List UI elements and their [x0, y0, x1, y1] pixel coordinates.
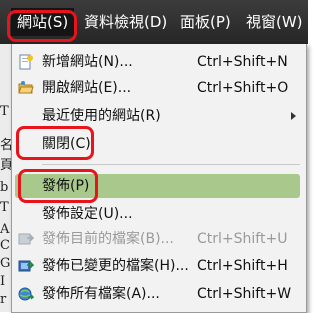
menu-item-new-site[interactable]: 新增網站(N)... Ctrl+Shift+N [15, 50, 300, 74]
menu-item-publish-changed-files[interactable]: 發佈已變更的檔案(H)... Ctrl+Shift+H [15, 254, 300, 278]
menu-item-open-site[interactable]: 開啟網站(E)... Ctrl+Shift+O [15, 76, 300, 100]
background-text: I [0, 274, 6, 289]
menu-item-shortcut: Ctrl+Shift+H [197, 258, 288, 274]
menu-item-publish-current-file: 發佈目前的檔案(B)... Ctrl+Shift+U [15, 227, 300, 251]
menu-item-shortcut: Ctrl+Shift+N [197, 54, 288, 70]
menu-item-publish-settings[interactable]: 發佈設定(U)... [15, 202, 300, 226]
background-text: r [0, 292, 7, 307]
menu-item-shortcut: Ctrl+Shift+U [197, 231, 288, 247]
menu-item-label: 發佈(P) [42, 178, 90, 194]
menu-data-view[interactable]: 資料檢視(D) [78, 8, 173, 36]
background-text: G [0, 256, 11, 271]
menu-site[interactable]: 網站(S) [11, 8, 75, 36]
menu-item-publish-all-files[interactable]: 發佈所有檔案(A)... Ctrl+Shift+W [15, 282, 300, 306]
menu-item-recent-sites[interactable]: 最近使用的網站(R) [15, 104, 300, 128]
menu-item-shortcut: Ctrl+Shift+W [197, 286, 292, 302]
background-text: T [0, 104, 9, 119]
menu-item-label: 最近使用的網站(R) [42, 108, 161, 124]
menu-item-close[interactable]: 關閉(C) [15, 132, 300, 156]
menu-item-label: 發佈目前的檔案(B)... [42, 231, 174, 247]
background-text: b [0, 180, 9, 195]
publish-changed-files-icon [18, 260, 34, 272]
publish-current-file-icon [18, 233, 34, 245]
background-text: C [0, 238, 10, 253]
open-folder-icon [18, 81, 34, 94]
menu-separator [42, 164, 300, 165]
menu-item-shortcut: Ctrl+Shift+O [197, 80, 289, 96]
menu-item-label: 關閉(C) [42, 136, 91, 152]
submenu-arrow-icon [291, 112, 296, 120]
menu-item-publish[interactable]: 發佈(P) [15, 174, 300, 198]
menu-panels[interactable]: 面板(P) [174, 8, 237, 36]
background-text: T [0, 200, 9, 215]
menu-item-label: 發佈所有檔案(A)... [42, 286, 160, 302]
menu-item-label: 開啟網站(E)... [42, 80, 132, 96]
publish-all-files-icon [18, 287, 34, 301]
menu-item-label: 發佈已變更的檔案(H)... [42, 258, 189, 274]
new-site-icon [19, 54, 33, 70]
menu-bar: 網站(S) 資料檢視(D) 面板(P) 視窗(W) [0, 0, 308, 44]
menu-window[interactable]: 視窗(W) [240, 8, 309, 36]
background-text: A [0, 222, 10, 237]
site-menu-dropdown: 新增網站(N)... Ctrl+Shift+N 開啟網站(E)... Ctrl+… [11, 44, 307, 313]
menu-item-label: 發佈設定(U)... [42, 206, 133, 222]
menu-item-label: 新增網站(N)... [42, 54, 133, 70]
